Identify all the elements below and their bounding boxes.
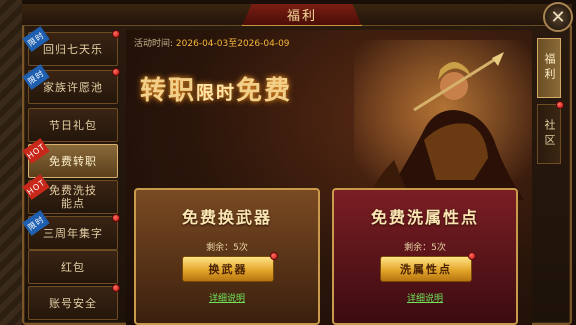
sidebar-item-label: 免费转职 <box>49 154 97 168</box>
banner-sub: 限时 <box>196 83 237 104</box>
sidebar-item-label: 账号安全 <box>49 296 97 310</box>
sidebar-item-return-seven-days[interactable]: 回归七天乐 限时 <box>22 26 120 66</box>
notification-dot <box>112 30 120 38</box>
notification-dot <box>270 252 278 260</box>
banner-end: 免费 <box>236 76 293 106</box>
tab-label: 福利 <box>543 53 556 83</box>
banner-main: 转职 <box>140 76 197 106</box>
remaining-count: 剩余：5次 <box>206 243 248 253</box>
sidebar-item-free-job-change[interactable]: 免费转职 HOT <box>22 138 118 178</box>
sidebar-item-red-packet[interactable]: 红包 <box>28 250 118 284</box>
notification-dot <box>112 284 120 292</box>
tab-community[interactable]: 社区 <box>537 101 564 164</box>
notification-dot <box>112 214 120 222</box>
background-edge <box>0 0 22 325</box>
sidebar-item-label: 红包 <box>61 260 85 274</box>
sidebar-item-label: 回归七天乐 <box>43 42 103 56</box>
sidebar-item-account-security[interactable]: 账号安全 <box>28 284 120 320</box>
sidebar: 回归七天乐 限时 家族许愿池 限时 节日礼包 免费转职 HOT 免费洗技能点 H… <box>22 26 120 325</box>
sidebar-item-label: 三周年集字 <box>43 226 103 240</box>
weapon-change-card: 免费换武器 剩余：5次 换武器 详细说明 <box>134 188 320 325</box>
sidebar-item-label: 家族许愿池 <box>43 80 103 94</box>
close-icon: ✕ <box>550 6 566 28</box>
notification-dot <box>112 68 120 76</box>
activity-time: 活动时间: 2026-04-03至2026-04-09 <box>134 36 290 49</box>
promo-banner: 转职限时免费 <box>140 70 292 107</box>
window-title: 福利 <box>242 4 362 26</box>
activity-time-label: 活动时间: <box>134 39 174 49</box>
activity-time-range: 2026-04-03至2026-04-09 <box>175 39 290 49</box>
main-panel: 活动时间: 2026-04-03至2026-04-09 转职限时免费 免费换武器… <box>126 30 532 325</box>
sidebar-item-free-skill-reset[interactable]: 免费洗技能点 HOT <box>22 174 118 214</box>
close-button[interactable]: ✕ <box>543 2 573 32</box>
attribute-reset-card: 免费洗属性点 剩余：5次 洗属性点 详细说明 <box>332 188 518 325</box>
sidebar-item-label: 免费洗技能点 <box>49 184 97 210</box>
tab-label: 社区 <box>543 119 556 149</box>
change-weapon-button[interactable]: 换武器 <box>182 256 274 282</box>
general-illustration <box>354 40 532 210</box>
notification-dot <box>556 101 564 109</box>
remaining-count: 剩余：5次 <box>404 243 446 253</box>
notification-dot <box>468 252 476 260</box>
tab-welfare[interactable]: 福利 <box>537 38 561 98</box>
sidebar-item-family-wishing-pool[interactable]: 家族许愿池 限时 <box>22 64 120 104</box>
sidebar-item-anniversary-words[interactable]: 三周年集字 限时 <box>22 210 120 250</box>
reset-attributes-button[interactable]: 洗属性点 <box>380 256 472 282</box>
card-title: 免费换武器 <box>181 208 272 227</box>
detail-link[interactable]: 详细说明 <box>136 291 318 304</box>
sidebar-item-label: 节日礼包 <box>49 118 97 132</box>
card-title: 免费洗属性点 <box>370 208 479 227</box>
detail-link[interactable]: 详细说明 <box>334 291 516 304</box>
sidebar-item-festival-gift[interactable]: 节日礼包 <box>28 108 118 142</box>
